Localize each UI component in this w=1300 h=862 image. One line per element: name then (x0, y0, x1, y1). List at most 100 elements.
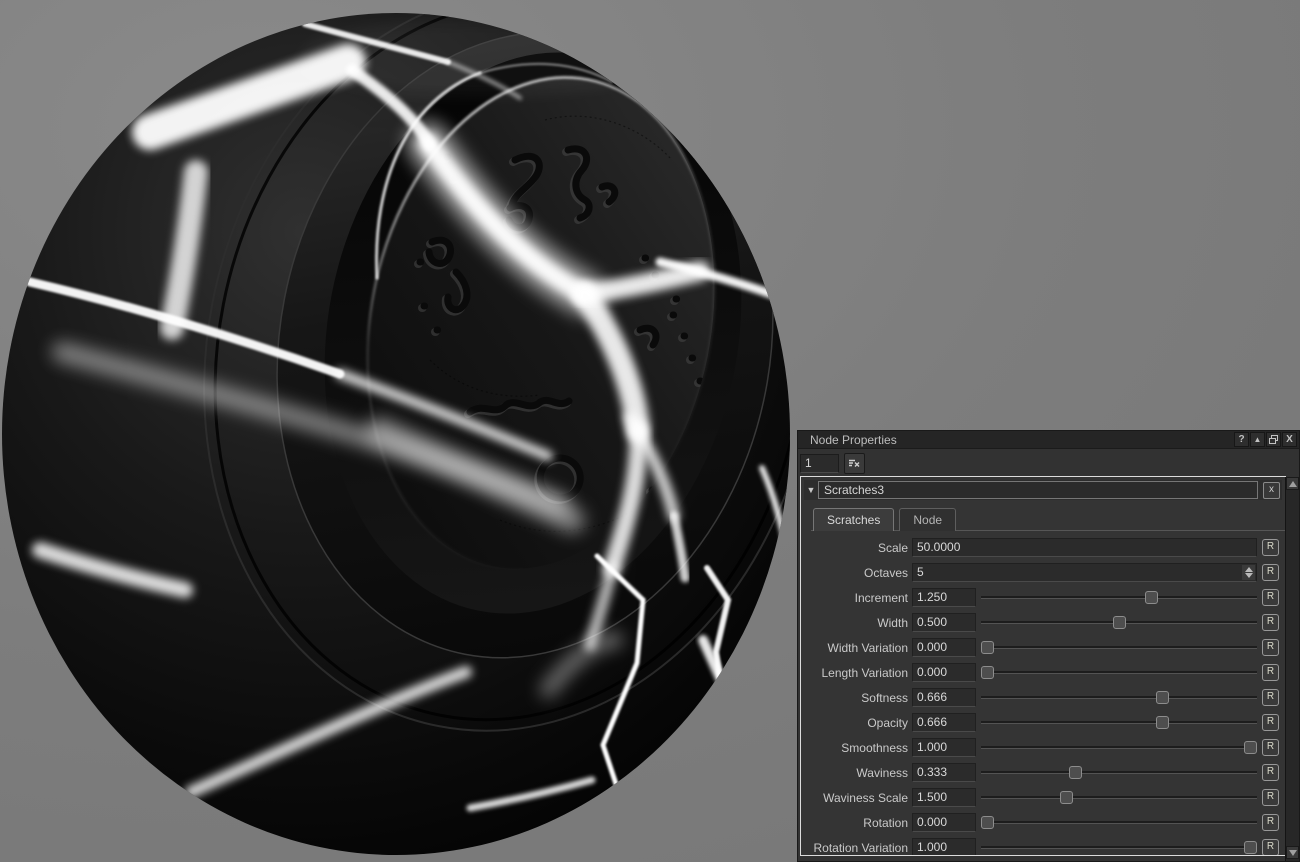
param-label: Rotation Variation (801, 841, 912, 855)
slider-track[interactable] (981, 771, 1257, 774)
param-slider[interactable] (981, 690, 1257, 705)
panel-titlebar[interactable]: Node Properties ? ▲ X (798, 431, 1299, 449)
tab-node[interactable]: Node (899, 508, 956, 531)
param-row: Octaves5R (801, 560, 1285, 585)
clear-list-icon (848, 458, 861, 468)
reset-button[interactable]: R (1262, 714, 1279, 731)
remove-node-button[interactable]: x (1263, 482, 1280, 499)
param-row: Width Variation0.000R (801, 635, 1285, 660)
close-icon[interactable]: X (1282, 432, 1297, 447)
param-value-input[interactable]: 0.333 (912, 763, 976, 782)
clear-list-button[interactable] (844, 453, 865, 474)
slider-track[interactable] (981, 796, 1257, 799)
restore-window-icon[interactable] (1266, 432, 1281, 447)
slider-track[interactable] (981, 596, 1257, 599)
reset-button[interactable]: R (1262, 764, 1279, 781)
spin-down-icon[interactable] (1245, 573, 1253, 578)
param-row: Length Variation0.000 R (801, 660, 1285, 685)
param-value-input[interactable]: 0.000 (912, 663, 976, 682)
param-slider[interactable] (981, 615, 1257, 630)
param-value-input[interactable]: 1.250 (912, 588, 976, 607)
panel-toolrow: 1 (800, 450, 865, 476)
param-value-input[interactable]: 0.500 (912, 613, 976, 632)
slider-handle[interactable] (981, 641, 994, 654)
param-value-input[interactable]: 0.000 (912, 813, 976, 832)
help-icon[interactable]: ? (1234, 432, 1249, 447)
reset-button[interactable]: R (1262, 614, 1279, 631)
node-count-input[interactable]: 1 (800, 454, 839, 473)
slider-handle[interactable] (981, 666, 994, 679)
reset-button[interactable]: R (1262, 664, 1279, 681)
param-label: Length Variation (801, 666, 912, 680)
node-properties-panel: Node Properties ? ▲ X 1 ▼ Scratches3 x S… (797, 430, 1300, 862)
slider-track[interactable] (981, 721, 1257, 724)
param-label: Rotation (801, 816, 912, 830)
reset-button[interactable]: R (1262, 589, 1279, 606)
param-value-input[interactable]: 0.666 (912, 688, 976, 707)
spinbox-arrows[interactable] (1242, 565, 1255, 580)
node-name-input[interactable]: Scratches3 (818, 481, 1258, 499)
param-row: Rotation0.000 R (801, 810, 1285, 835)
param-value-input[interactable]: 50.0000 (912, 538, 1257, 557)
reset-button[interactable]: R (1262, 689, 1279, 706)
titlebar-icons: ? ▲ X (1234, 432, 1299, 447)
param-slider[interactable] (981, 715, 1257, 730)
slider-handle[interactable] (1156, 691, 1169, 704)
tab-scratches[interactable]: Scratches (813, 508, 894, 531)
scroll-up-button[interactable] (1286, 477, 1299, 490)
reset-button[interactable]: R (1262, 814, 1279, 831)
param-slider[interactable] (981, 665, 1257, 680)
param-value-input[interactable]: 0.000 (912, 638, 976, 657)
param-label: Opacity (801, 716, 912, 730)
reset-button[interactable]: R (1262, 564, 1279, 581)
param-label: Width (801, 616, 912, 630)
slider-handle[interactable] (1145, 591, 1158, 604)
param-slider[interactable] (981, 765, 1257, 780)
slider-track[interactable] (981, 746, 1257, 749)
reset-button[interactable]: R (1262, 639, 1279, 656)
param-label: Waviness (801, 766, 912, 780)
spin-up-icon[interactable] (1245, 567, 1253, 572)
reset-button[interactable]: R (1262, 789, 1279, 806)
param-value-input[interactable]: 1.000 (912, 838, 976, 856)
panel-scrollbar[interactable] (1285, 477, 1299, 861)
expander-triangle-icon[interactable]: ▼ (804, 485, 818, 495)
param-slider[interactable] (981, 640, 1257, 655)
param-row: Smoothness1.000R (801, 735, 1285, 760)
param-slider[interactable] (981, 815, 1257, 830)
slider-track[interactable] (981, 846, 1257, 849)
slider-handle[interactable] (1113, 616, 1126, 629)
slider-track[interactable] (981, 671, 1257, 674)
param-row: Increment1.250 R (801, 585, 1285, 610)
slider-handle[interactable] (1060, 791, 1073, 804)
param-value-input[interactable]: 1.500 (912, 788, 976, 807)
slider-handle[interactable] (1156, 716, 1169, 729)
parameter-list: Scale50.0000ROctaves5RIncrement1.250RWid… (801, 531, 1285, 856)
reset-button[interactable]: R (1262, 839, 1279, 856)
param-label: Octaves (801, 566, 912, 580)
slider-track[interactable] (981, 646, 1257, 649)
param-label: Scale (801, 541, 912, 555)
param-slider[interactable] (981, 840, 1257, 855)
param-value-input[interactable]: 1.000 (912, 738, 976, 757)
slider-handle[interactable] (1244, 841, 1257, 854)
param-slider[interactable] (981, 590, 1257, 605)
tab-bar: Scratches Node (811, 507, 1285, 531)
param-value-input[interactable]: 5 (912, 563, 1257, 582)
slider-handle[interactable] (981, 816, 994, 829)
node-container: ▼ Scratches3 x Scratches Node Scale50.00… (800, 476, 1286, 856)
reset-button[interactable]: R (1262, 539, 1279, 556)
param-slider[interactable] (981, 790, 1257, 805)
param-value-input[interactable]: 0.666 (912, 713, 976, 732)
shade-icon[interactable]: ▲ (1250, 432, 1265, 447)
param-row: Softness0.666R (801, 685, 1285, 710)
reset-button[interactable]: R (1262, 739, 1279, 756)
param-label: Increment (801, 591, 912, 605)
arrow-up-icon (1289, 481, 1297, 487)
slider-track[interactable] (981, 696, 1257, 699)
slider-handle[interactable] (1069, 766, 1082, 779)
slider-handle[interactable] (1244, 741, 1257, 754)
scroll-down-button[interactable] (1286, 846, 1299, 859)
slider-track[interactable] (981, 821, 1257, 824)
param-slider[interactable] (981, 740, 1257, 755)
